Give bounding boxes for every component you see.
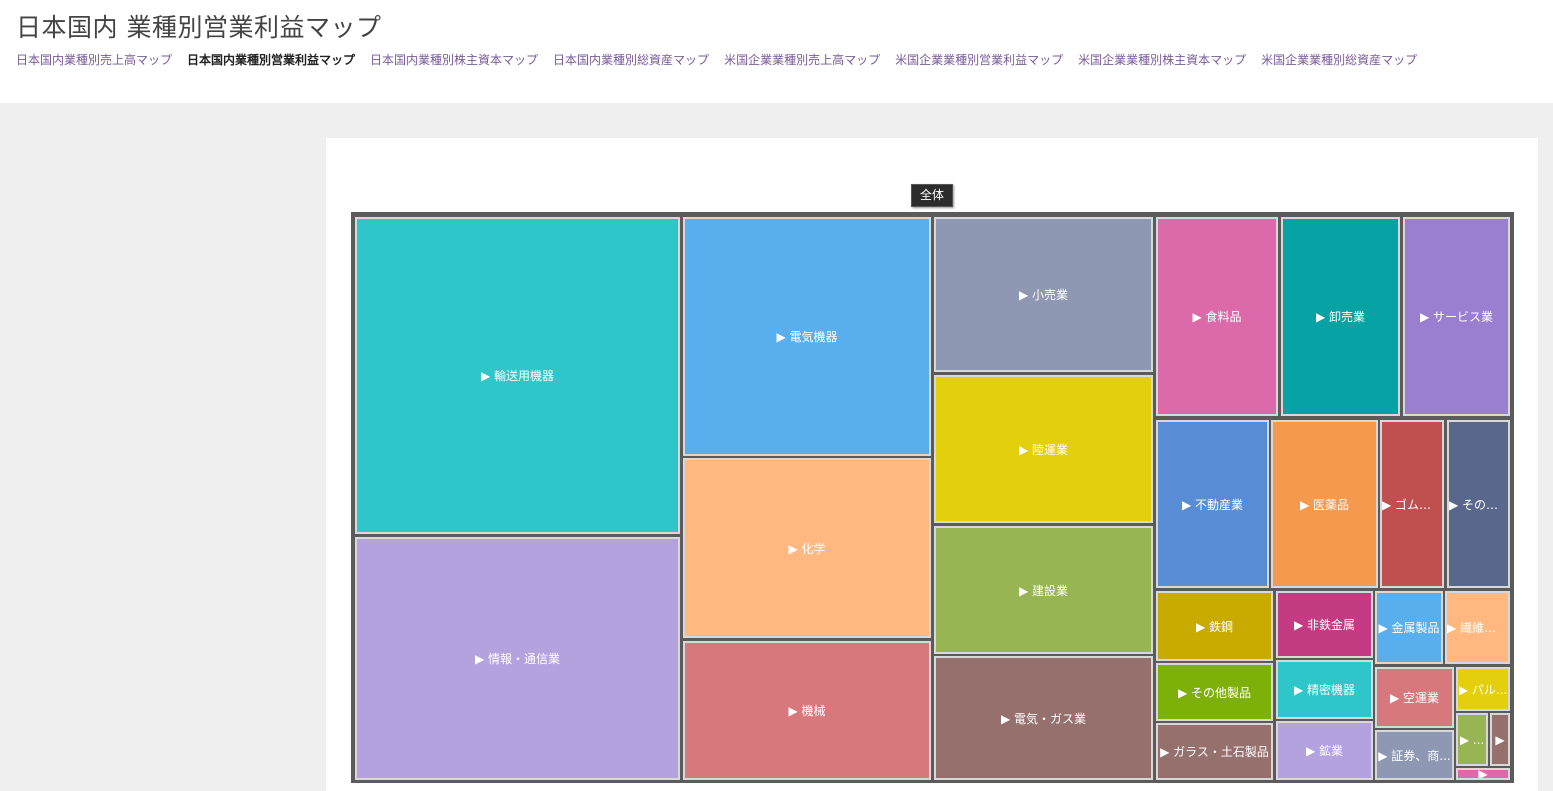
nav-link-us-sales[interactable]: 米国企業業種別売上高マップ (724, 51, 880, 68)
treemap-tile-label: ▶ 情報・通信業 (474, 652, 561, 666)
treemap-tile-label: ▶ (1478, 768, 1488, 780)
treemap-tile[interactable]: ▶ その他... (1447, 420, 1510, 588)
treemap-tile[interactable]: ▶ (1490, 713, 1510, 766)
treemap-tile[interactable]: ▶ 鉄鋼 (1156, 591, 1273, 661)
treemap-tile[interactable]: ▶ 医薬品 (1271, 420, 1378, 588)
treemap-tile-label: ▶ 電気機器 (776, 330, 838, 344)
treemap-tile-label: ▶ 証券、商... (1378, 748, 1451, 763)
treemap-tile-label: ▶ 精密機器 (1293, 683, 1356, 697)
treemap-tile-label: ▶ 鉄鋼 (1195, 619, 1234, 634)
nav-link-us-total-assets[interactable]: 米国企業業種別総資産マップ (1261, 51, 1417, 68)
treemap-tile[interactable]: ▶ サービス業 (1403, 217, 1510, 416)
treemap-tile[interactable]: ▶ パル... (1456, 667, 1510, 711)
treemap-tile-label: ▶ ガラス・土石製品 (1160, 745, 1269, 759)
treemap-tile-label: ▶ 機械 (788, 704, 826, 718)
treemap-tile[interactable]: ▶ 繊維製品 (1445, 591, 1510, 664)
treemap-tile-label: ▶ ゴム製品 (1382, 497, 1442, 512)
nav-link-jp-equity[interactable]: 日本国内業種別株主資本マップ (370, 51, 538, 68)
nav-link-jp-operating-profit[interactable]: 日本国内業種別営業利益マップ (187, 51, 355, 68)
treemap-tile-label: ▶ パル... (1458, 682, 1508, 697)
header: 日本国内 業種別営業利益マップ 日本国内業種別売上高マップ 日本国内業種別営業利… (0, 0, 1553, 103)
treemap-tile[interactable]: ▶ 不動産業 (1156, 420, 1269, 588)
treemap-tile-label: ▶ 食料品 (1192, 310, 1242, 324)
treemap-tile[interactable]: ▶ ... (1456, 713, 1488, 766)
nav-link-jp-sales[interactable]: 日本国内業種別売上高マップ (16, 51, 172, 68)
treemap-tile[interactable]: ▶ 輸送用機器 (355, 217, 680, 534)
treemap-tile[interactable]: ▶ 情報・通信業 (355, 537, 680, 780)
treemap: ▶ 輸送用機器 ▶ 情報・通信業 ▶ 電気機器 ▶ 化学 ▶ 機械 ▶ 小売業 ▶ 陸運業 ▶… (351, 212, 1514, 783)
treemap-tile-label: ▶ 非鉄金属 (1293, 618, 1356, 632)
nav-links: 日本国内業種別売上高マップ 日本国内業種別営業利益マップ 日本国内業種別株主資本… (16, 51, 1417, 68)
nav-link-us-operating-profit[interactable]: 米国企業業種別営業利益マップ (895, 51, 1063, 68)
treemap-tile[interactable]: ▶ 卸売業 (1281, 217, 1400, 416)
treemap-tile[interactable]: ▶ 鉱業 (1276, 721, 1373, 780)
treemap-tile[interactable]: ▶ 金属製品 (1375, 591, 1443, 664)
treemap-tile-label: ▶ 電気・ガス業 (1000, 711, 1087, 726)
treemap-tile[interactable]: ▶ 食料品 (1156, 217, 1278, 416)
treemap-tile[interactable]: ▶ 電気・ガス業 (934, 656, 1153, 780)
treemap-tile-label: ▶ 輸送用機器 (480, 369, 555, 383)
treemap-tile-label: ▶ ... (1459, 732, 1485, 747)
treemap-tile[interactable]: ▶ 小売業 (934, 217, 1153, 372)
treemap-tile[interactable]: ▶ (1456, 768, 1510, 780)
treemap-tile[interactable]: ▶ 化学 (683, 458, 931, 638)
nav-link-jp-total-assets[interactable]: 日本国内業種別総資産マップ (553, 51, 709, 68)
nav-link-us-equity[interactable]: 米国企業業種別株主資本マップ (1078, 51, 1246, 68)
treemap-tile[interactable]: ▶ その他製品 (1156, 663, 1273, 721)
treemap-tile[interactable]: ▶ ゴム製品 (1380, 420, 1444, 588)
treemap-tile-label: ▶ 建設業 (1018, 583, 1069, 598)
treemap-tile[interactable]: ▶ 建設業 (934, 526, 1153, 654)
treemap-tile-label: ▶ 小売業 (1018, 288, 1069, 302)
treemap-tile[interactable]: ▶ 陸運業 (934, 375, 1153, 523)
treemap-tile[interactable]: ▶ 証券、商... (1375, 730, 1454, 780)
treemap-tile[interactable]: ▶ 電気機器 (683, 217, 931, 456)
treemap-tile[interactable]: ▶ 空運業 (1375, 667, 1454, 728)
treemap-tile-label: ▶ (1495, 732, 1505, 747)
treemap-tile-label: ▶ 化学 (788, 541, 826, 556)
treemap-tile-label: ▶ 陸運業 (1018, 442, 1069, 457)
treemap-tile[interactable]: ▶ 機械 (683, 641, 931, 780)
treemap-tile-label: ▶ 繊維製品 (1447, 621, 1508, 635)
treemap-tile[interactable]: ▶ 非鉄金属 (1276, 591, 1373, 658)
treemap-tile-label: ▶ 金属製品 (1378, 621, 1440, 635)
treemap-tile-label: ▶ 不動産業 (1181, 497, 1244, 512)
treemap-tile-label: ▶ 医薬品 (1299, 497, 1350, 512)
treemap-root-breadcrumb[interactable]: 全体 (911, 184, 954, 207)
treemap-tile-label: ▶ サービス業 (1419, 310, 1494, 324)
treemap-tile[interactable]: ▶ ガラス・土石製品 (1156, 723, 1273, 780)
treemap-tile-label: ▶ その他... (1449, 497, 1508, 512)
treemap-tile-label: ▶ 卸売業 (1315, 310, 1366, 324)
treemap-tile[interactable]: ▶ 精密機器 (1276, 660, 1373, 719)
treemap-tile-label: ▶ 鉱業 (1305, 744, 1344, 758)
treemap-tile-label: ▶ その他製品 (1177, 685, 1252, 700)
treemap-tile-label: ▶ 空運業 (1389, 691, 1440, 705)
page-title: 日本国内 業種別営業利益マップ (16, 13, 382, 42)
